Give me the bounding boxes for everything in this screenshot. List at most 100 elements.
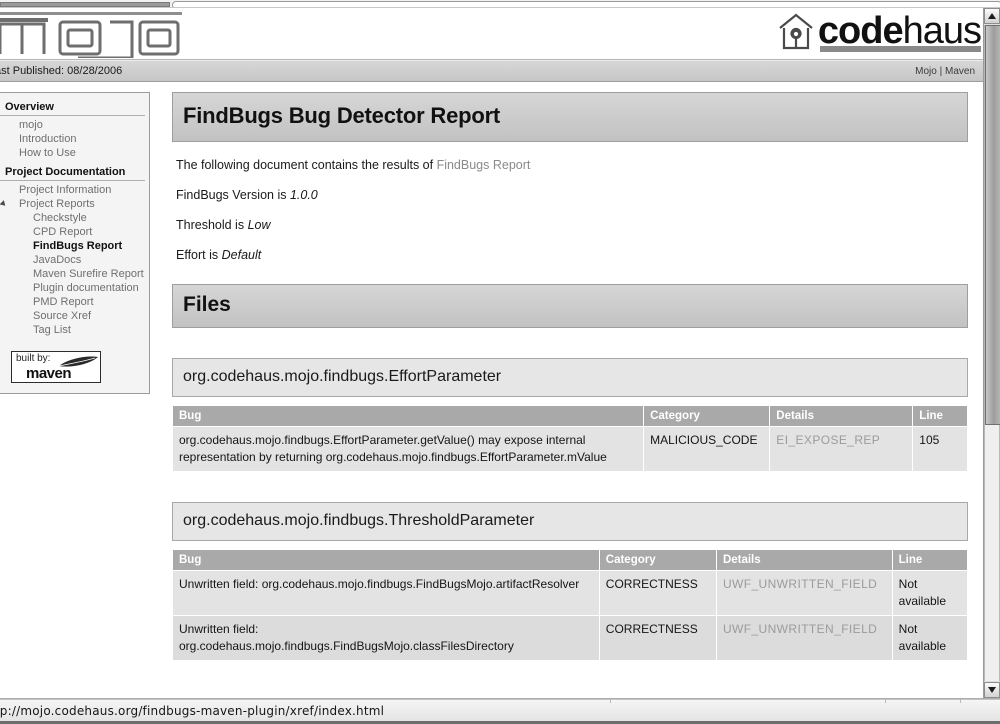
sidebar-item-cpd-report[interactable]: CPD Report	[0, 225, 145, 239]
scrollbar-track[interactable]	[984, 25, 1000, 681]
page-title-band: FindBugs Bug Detector Report	[172, 92, 968, 142]
cell-line: Not available	[891, 615, 969, 661]
sidebar-list-overview: mojo Introduction How to Use	[0, 118, 145, 160]
browser-window: codehaus ast Published: 08/28/2006 Mojo …	[0, 0, 1000, 724]
browser-toolbar-remnant	[0, 0, 1000, 8]
page-title: FindBugs Bug Detector Report	[183, 103, 501, 128]
column-header-details: Details	[715, 549, 893, 571]
files-heading-band: Files	[172, 284, 968, 328]
sidebar-item-plugin-documentation[interactable]: Plugin documentation	[0, 281, 145, 295]
findbugs-report-link[interactable]: FindBugs Report	[437, 158, 531, 172]
house-icon	[779, 13, 813, 50]
site-masthead: codehaus	[0, 8, 983, 60]
files-heading: Files	[183, 293, 231, 316]
brand-underline	[819, 46, 981, 52]
scroll-up-arrow-icon[interactable]	[984, 8, 1000, 24]
sidebar-item-project-information[interactable]: Project Information	[0, 183, 145, 197]
sidebar-item-how-to-use[interactable]: How to Use	[0, 146, 145, 160]
file-block-thresholdparameter: org.codehaus.mojo.findbugs.ThresholdPara…	[172, 502, 969, 661]
cell-line: Not available	[891, 570, 969, 616]
sidebar-section-project-documentation: Project Documentation Project Informatio…	[0, 164, 145, 337]
sidebar-item-label: CPD Report	[33, 226, 93, 238]
scrollbar-thumb[interactable]	[985, 25, 1000, 425]
cell-bug: Unwritten field: org.codehaus.mojo.findb…	[172, 615, 600, 661]
sidebar-item-label: Source Xref	[33, 310, 92, 322]
intro-paragraph: The following document contains the resu…	[176, 158, 968, 172]
cell-details[interactable]: UWF_UNWRITTEN_FIELD	[715, 615, 893, 661]
meta-label: FindBugs Version is	[176, 188, 290, 202]
badge-top-label: built by:	[16, 353, 51, 364]
statusbar-divider	[960, 699, 961, 703]
column-header-bug: Bug	[171, 405, 645, 427]
scroll-down-arrow-icon[interactable]	[984, 682, 1000, 698]
column-header-line: Line	[891, 549, 969, 571]
column-header-category: Category	[643, 405, 771, 427]
sidebar-item-checkstyle[interactable]: Checkstyle	[0, 211, 145, 225]
expander-caret-icon[interactable]	[0, 200, 8, 208]
built-by-maven-badge[interactable]: built by: maven	[11, 351, 101, 383]
sidebar-item-label: Checkstyle	[33, 212, 87, 224]
sidebar-section-overview: Overview mojo Introduction How to Use	[0, 99, 145, 160]
published-bar: ast Published: 08/28/2006 Mojo | Maven	[0, 60, 983, 82]
status-url-text: ttp://mojo.codehaus.org/findbugs-maven-p…	[0, 704, 385, 718]
sidebar-item-pmd-report[interactable]: PMD Report	[0, 295, 145, 309]
mojo-logo[interactable]	[0, 8, 182, 58]
sidebar-item-source-xref[interactable]: Source Xref	[0, 309, 145, 323]
sidebar-item-introduction[interactable]: Introduction	[0, 132, 145, 146]
sidebar-item-label: JavaDocs	[33, 254, 82, 266]
triangle-down-glyph	[988, 687, 996, 693]
meta-value: Low	[247, 218, 271, 232]
badge-main-label: maven	[26, 365, 72, 382]
column-header-line: Line	[912, 405, 968, 427]
toolbar-bar	[0, 2, 170, 7]
sidebar-item-label: How to Use	[19, 147, 76, 159]
cell-category: MALICIOUS_CODE	[643, 426, 771, 472]
sidebar-item-mojo[interactable]: mojo	[0, 118, 145, 132]
table-header-row: Bug Category Details Line	[172, 549, 969, 571]
sidebar-item-javadocs[interactable]: JavaDocs	[0, 253, 145, 267]
cell-bug: Unwritten field: org.codehaus.mojo.findb…	[172, 570, 600, 616]
meta-threshold: Threshold is Low	[176, 218, 968, 232]
sidebar-item-project-reports[interactable]: Project Reports	[0, 197, 145, 211]
column-header-category: Category	[598, 549, 717, 571]
statusbar-divider	[885, 699, 886, 703]
bug-table-thresholdparameter: Bug Category Details Line Unwritten fiel…	[172, 549, 969, 661]
sidebar-item-label: Plugin documentation	[33, 282, 139, 294]
vertical-scrollbar[interactable]	[983, 8, 1000, 698]
sidebar-navigation: Overview mojo Introduction How to Use Pr…	[0, 92, 150, 394]
cell-category: CORRECTNESS	[598, 570, 717, 616]
intro-prefix: The following document contains the resu…	[176, 158, 437, 172]
triangle-up-glyph	[988, 13, 996, 19]
sidebar-item-label: Project Information	[19, 184, 112, 196]
sidebar-item-label: Tag List	[33, 324, 71, 336]
sidebar-item-label: Maven Surefire Report	[33, 268, 144, 280]
file-name-effortparameter: org.codehaus.mojo.findbugs.EffortParamet…	[172, 358, 968, 397]
meta-label: Effort is	[176, 248, 222, 262]
sidebar-item-maven-surefire-report[interactable]: Maven Surefire Report	[0, 267, 145, 281]
statusbar-top-rule	[0, 699, 1000, 700]
sidebar-item-label: PMD Report	[33, 296, 94, 308]
table-row: Unwritten field: org.codehaus.mojo.findb…	[172, 615, 969, 661]
sidebar-item-findbugs-report[interactable]: FindBugs Report	[0, 239, 145, 253]
main-content: FindBugs Bug Detector Report The followi…	[171, 92, 969, 661]
file-block-effortparameter: org.codehaus.mojo.findbugs.EffortParamet…	[171, 358, 968, 472]
cell-category: CORRECTNESS	[598, 615, 717, 661]
column-header-details: Details	[769, 405, 914, 427]
address-bar-remnant[interactable]	[172, 1, 1000, 7]
cell-details[interactable]: UWF_UNWRITTEN_FIELD	[715, 570, 893, 616]
meta-version: FindBugs Version is 1.0.0	[176, 188, 968, 202]
meta-value: 1.0.0	[289, 188, 318, 202]
sidebar-item-label: Project Reports	[19, 198, 95, 210]
sidebar-heading-overview: Overview	[0, 99, 145, 116]
codehaus-logo[interactable]: codehaus	[776, 10, 982, 52]
table-row: Unwritten field: org.codehaus.mojo.findb…	[172, 570, 969, 616]
file-name-thresholdparameter: org.codehaus.mojo.findbugs.ThresholdPara…	[172, 502, 968, 541]
sidebar-item-tag-list[interactable]: Tag List	[0, 323, 145, 337]
sidebar-heading-project-documentation: Project Documentation	[0, 164, 145, 181]
sidebar-list-project-documentation: Project Information Project Reports Chec…	[0, 183, 145, 337]
cell-details[interactable]: EI_EXPOSE_REP	[769, 426, 914, 472]
sidebar-item-label: Introduction	[19, 133, 77, 145]
table-row: org.codehaus.mojo.findbugs.EffortParamet…	[171, 426, 968, 472]
page-viewport: codehaus ast Published: 08/28/2006 Mojo …	[0, 8, 983, 698]
site-links[interactable]: Mojo | Maven	[915, 66, 975, 77]
